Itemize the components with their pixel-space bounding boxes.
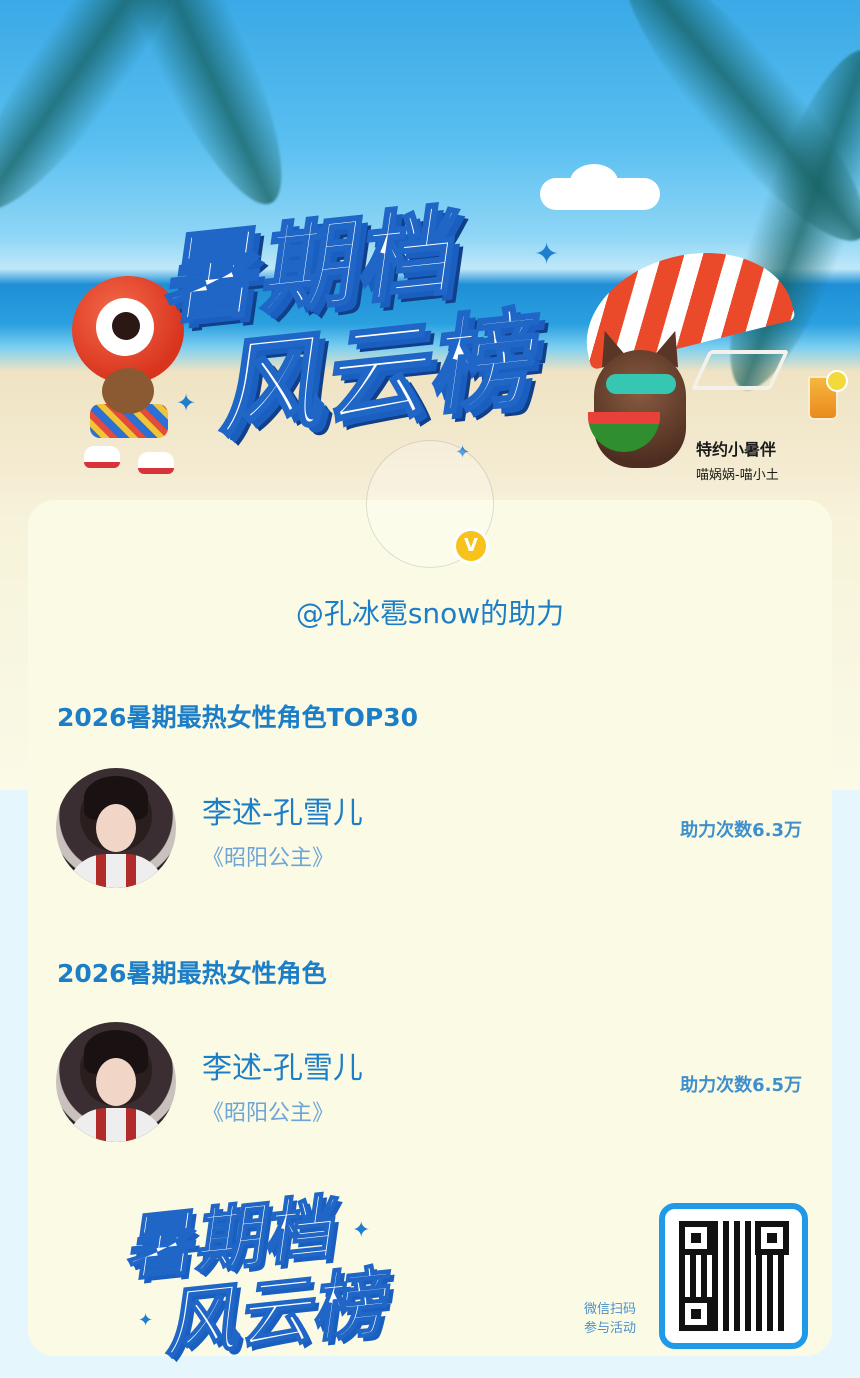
scan-hint: 微信扫码 参与活动 [584,1300,636,1338]
section-title-top30: 2026暑期最热女性角色TOP30 [57,703,418,732]
character-avatar[interactable] [56,768,176,888]
sponsor-label: 特约小暑伴 喵娲娲-喵小土 [696,436,779,483]
qr-finder [679,1221,713,1255]
qr-finder [679,1297,713,1331]
character-name[interactable]: 李述-孔雪儿 [202,1043,363,1087]
footer-logo: 暑期档 风云榜 [118,1186,422,1369]
sparkle-icon: ✦ [352,1218,371,1243]
beach-chair [690,350,790,390]
scan-hint-line2: 参与活动 [584,1321,637,1336]
sponsor-subtitle: 喵娲娲-喵小土 [696,468,779,483]
mascot-cat [584,326,694,470]
character-name[interactable]: 李述-孔雪儿 [202,788,363,832]
section-title-hottest: 2026暑期最热女性角色 [57,959,327,988]
support-count: 助力次数6.5万 [680,1075,802,1096]
qr-finder [755,1221,789,1255]
lemon-slice [826,370,848,392]
character-work: 《昭阳公主》 [202,846,335,871]
sponsor-title: 特约小暑伴 [696,440,777,459]
hero-title: 暑期档 风云榜 [152,194,598,453]
helper-text: @孔冰雹snow的助力 [295,597,565,630]
verified-badge-icon: V [453,528,489,564]
qr-code[interactable] [659,1203,808,1349]
sparkle-icon: ✦ [138,1310,154,1331]
character-avatar[interactable] [56,1022,176,1142]
sparkle-icon: ✦ [534,237,560,272]
support-count: 助力次数6.3万 [680,820,802,841]
character-work: 《昭阳公主》 [202,1101,335,1126]
scan-hint-line1: 微信扫码 [584,1302,637,1317]
sparkle-icon: ✦ [176,389,197,417]
